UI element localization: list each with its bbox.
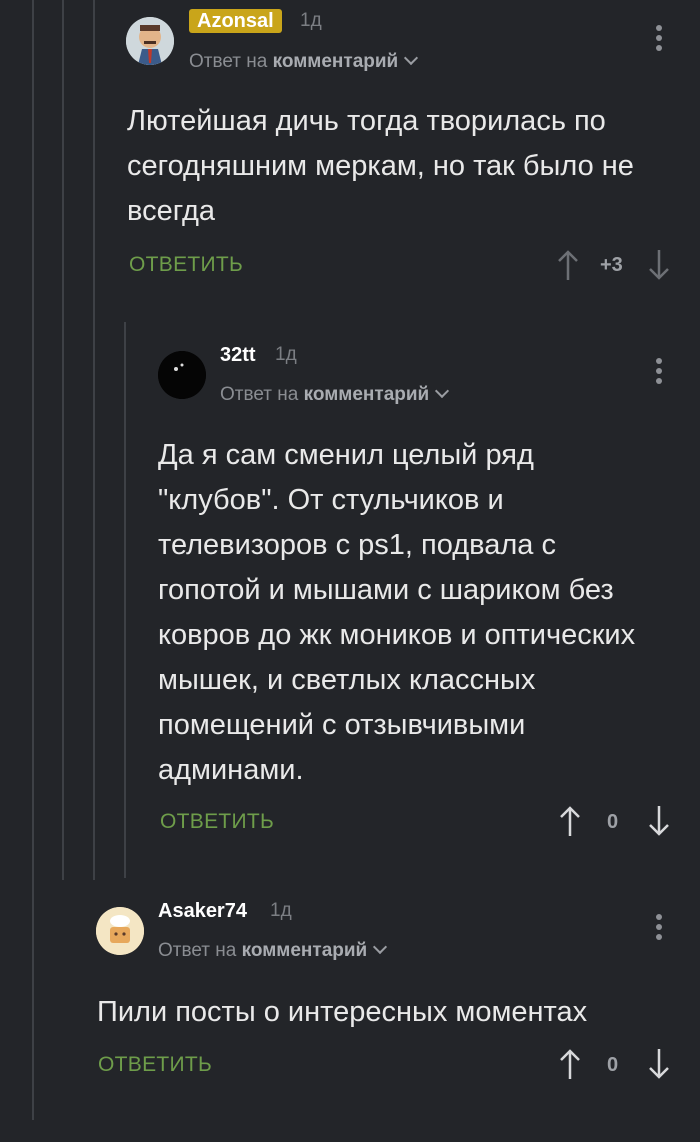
more-options-icon[interactable] — [655, 914, 663, 944]
vote-score: 0 — [607, 811, 619, 833]
chevron-down-icon — [404, 50, 419, 66]
reply-button[interactable]: ОТВЕТИТЬ — [129, 253, 243, 277]
comment-text: Да я сам сменил целый ряд "клубов". От с… — [158, 439, 636, 786]
avatar[interactable] — [96, 907, 144, 955]
comment-text: Пили посты о интересных моментах — [97, 996, 588, 1028]
avatar-image — [126, 17, 174, 65]
avatar[interactable] — [158, 351, 206, 399]
avatar[interactable] — [126, 17, 174, 65]
reply-to-target: комментарий — [272, 51, 399, 72]
reply-button[interactable]: ОТВЕТИТЬ — [98, 1053, 212, 1077]
comment-time: 1д — [275, 344, 297, 365]
author-name[interactable]: Azonsal — [189, 9, 282, 33]
reply-to-link[interactable]: Ответ на комментарий — [158, 939, 388, 963]
comment-time: 1д — [300, 10, 322, 31]
comment-time: 1д — [270, 900, 292, 921]
comment-text: Лютейшая дичь тогда творилась по сегодня… — [127, 105, 634, 227]
thread-line — [124, 322, 126, 878]
vote-score: +3 — [600, 254, 623, 276]
upvote-arrow-icon[interactable] — [558, 804, 582, 838]
more-options-icon[interactable] — [655, 358, 663, 388]
thread-line — [32, 0, 34, 1120]
avatar-image — [158, 351, 206, 399]
thread-line — [62, 0, 64, 880]
reply-to-target: комментарий — [241, 940, 368, 961]
avatar-image — [96, 907, 144, 955]
downvote-arrow-icon[interactable] — [647, 248, 671, 282]
author-name[interactable]: 32tt — [220, 343, 256, 367]
reply-button[interactable]: ОТВЕТИТЬ — [160, 810, 274, 834]
chevron-down-icon — [373, 939, 388, 955]
author-name[interactable]: Asaker74 — [158, 899, 247, 923]
more-options-icon[interactable] — [655, 25, 663, 55]
chevron-down-icon — [435, 383, 450, 399]
reply-to-link[interactable]: Ответ на комментарий — [220, 383, 450, 407]
downvote-arrow-icon[interactable] — [647, 804, 671, 838]
upvote-arrow-icon[interactable] — [556, 248, 580, 282]
vote-score: 0 — [607, 1054, 619, 1076]
reply-to-target: комментарий — [303, 384, 430, 405]
downvote-arrow-icon[interactable] — [647, 1047, 671, 1081]
upvote-arrow-icon[interactable] — [558, 1047, 582, 1081]
reply-to-prefix: Ответ на — [220, 384, 299, 405]
reply-to-link[interactable]: Ответ на комментарий — [189, 50, 419, 74]
thread-line — [93, 0, 95, 880]
reply-to-prefix: Ответ на — [158, 940, 237, 961]
reply-to-prefix: Ответ на — [189, 51, 268, 72]
